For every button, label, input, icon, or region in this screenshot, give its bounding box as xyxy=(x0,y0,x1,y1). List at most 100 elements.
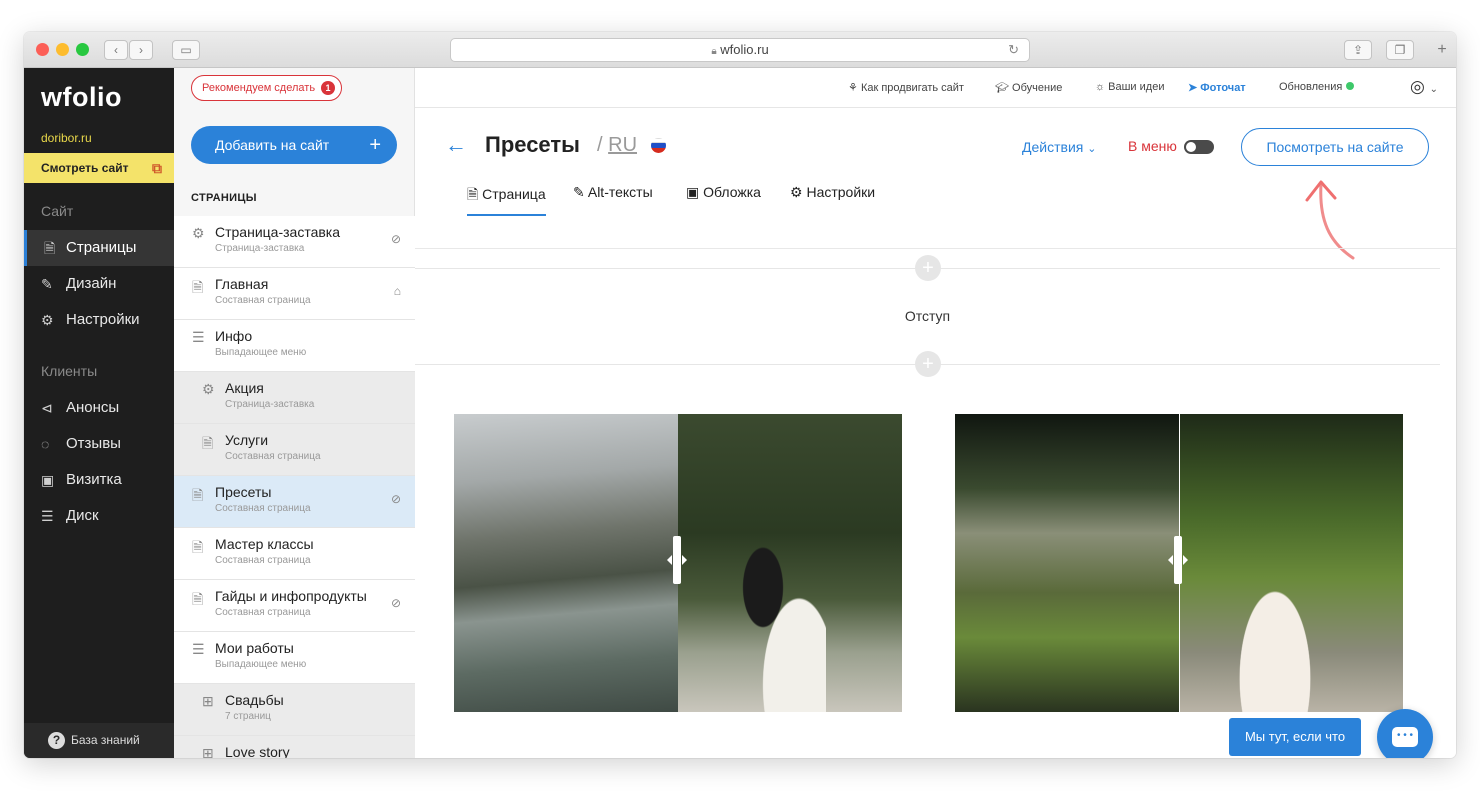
language-code: RU xyxy=(608,134,638,156)
brush-icon: ✎ xyxy=(41,276,53,292)
tab-cover[interactable]: ▣ Обложка xyxy=(686,184,761,216)
sidebar-item-label: Страницы xyxy=(66,239,137,256)
in-menu-toggle[interactable] xyxy=(1184,140,1214,154)
recommend-button[interactable]: Рекомендуем сделать 1 xyxy=(191,75,343,101)
tab-settings[interactable]: ⚙︎ Настройки xyxy=(790,184,875,216)
sidebar-item-business-card[interactable]: ▣ Визитка xyxy=(24,462,174,498)
tab-label: Настройки xyxy=(806,184,876,200)
chevron-down-icon: ⌄ xyxy=(1087,143,1097,155)
image-icon: ▣ xyxy=(686,184,700,200)
add-block-button[interactable]: + xyxy=(915,255,941,281)
hidden-eye-icon[interactable]: ⊘ xyxy=(391,596,401,610)
support-chat-bubble[interactable]: Мы тут, если что xyxy=(1229,718,1361,756)
lock-icon: 🔒︎ xyxy=(711,46,717,57)
actions-dropdown[interactable]: Действия ⌄ xyxy=(1022,139,1096,155)
sidebar-item-disk[interactable]: ☰ Диск xyxy=(24,498,174,534)
preset-after-image[interactable] xyxy=(678,414,902,712)
page-item[interactable]: 🗎︎ Главная Составная страница ⌂ xyxy=(174,268,415,320)
sidebar-toggle-icon[interactable]: ▭ xyxy=(172,40,200,60)
sidebar-item-label: Анонсы xyxy=(66,399,120,416)
page-item-title: Услуги xyxy=(225,432,269,448)
sidebar-item-settings[interactable]: ⚙︎ Настройки xyxy=(24,302,174,338)
minimize-window-button[interactable] xyxy=(56,43,69,56)
page-item[interactable]: 🗎︎ Гайды и инфопродукты Составная страни… xyxy=(174,580,415,632)
graduation-cap-icon: 🎓︎ xyxy=(995,82,1009,94)
tab-alt-texts[interactable]: ✎ Alt-тексты xyxy=(573,184,653,216)
page-item[interactable]: 🗎︎ Мастер классы Составная страница xyxy=(174,528,415,580)
page-item-title: Пресеты xyxy=(215,484,272,500)
plus-icon: + xyxy=(369,134,381,156)
page-item-title: Инфо xyxy=(215,328,253,344)
page-item-title: Love story xyxy=(225,744,290,758)
zoom-window-button[interactable] xyxy=(76,43,89,56)
tabs-overview-icon[interactable]: ❐ xyxy=(1386,40,1414,60)
view-site-label: Смотреть сайт xyxy=(41,161,129,175)
support-chat-button[interactable] xyxy=(1377,709,1433,758)
ideas-link[interactable]: ☼ Ваши идеи xyxy=(1095,81,1164,93)
page-item[interactable]: ⊞ Свадьбы 7 страниц xyxy=(174,684,415,736)
menu-icon: ☰ xyxy=(192,329,205,345)
gear-icon: ⚙︎ xyxy=(41,312,54,328)
learning-label: Обучение xyxy=(1012,82,1063,94)
new-tab-icon[interactable]: + xyxy=(1430,40,1454,60)
address-bar[interactable]: 🔒︎ wfolio.ru ↻ xyxy=(450,38,1030,62)
pages-heading: СТРАНИЦЫ xyxy=(191,192,257,204)
ideas-label: Ваши идеи xyxy=(1108,81,1165,93)
preset-before-image[interactable] xyxy=(955,414,1179,712)
chat-icon: ◌ xyxy=(41,436,50,452)
page-item-subtitle: Составная страница xyxy=(215,295,311,306)
tab-page[interactable]: 🗎︎ Страница xyxy=(467,184,546,216)
sidebar-item-design[interactable]: ✎ Дизайн xyxy=(24,266,174,302)
knowledge-base-link[interactable]: ? База знаний xyxy=(24,723,174,758)
page-item-selected[interactable]: 🗎︎ Пресеты Составная страница ⊘ xyxy=(174,476,415,528)
learning-link[interactable]: 🎓︎ Обучение xyxy=(995,81,1062,94)
close-window-button[interactable] xyxy=(36,43,49,56)
page-item[interactable]: ⊞ Love story xyxy=(174,736,415,758)
sidebar-item-pages[interactable]: 🗎︎ Страницы xyxy=(24,230,174,266)
browser-back-button[interactable]: ‹ xyxy=(104,40,128,60)
sprout-icon: ⚘ xyxy=(848,82,858,94)
home-icon: ⌂ xyxy=(393,284,401,298)
sidebar-item-reviews[interactable]: ◌ Отзывы xyxy=(24,426,174,462)
sidebar-item-announcements[interactable]: ⊲ Анонсы xyxy=(24,390,174,426)
user-account-icon[interactable]: ◎ ⌄ xyxy=(1410,77,1438,97)
updates-link[interactable]: Обновления xyxy=(1279,81,1355,93)
photochat-link[interactable]: ➤ Фоточат xyxy=(1188,81,1246,94)
compare-slider-handle[interactable] xyxy=(1168,536,1188,584)
page-item-subtitle: Выпадающее меню xyxy=(215,347,307,358)
lightbulb-icon: ☼ xyxy=(1095,81,1106,93)
browser-forward-button[interactable]: › xyxy=(129,40,153,60)
wfolio-logo[interactable]: wfolio xyxy=(41,82,122,113)
add-block-button[interactable]: + xyxy=(915,351,941,377)
page-item[interactable]: ⚙︎ Страница-заставка Страница-заставка ⊘ xyxy=(174,216,415,268)
main-sidebar: wfolio doribor.ru Смотреть сайт ⧉ Сайт 🗎… xyxy=(24,68,174,758)
reload-icon[interactable]: ↻ xyxy=(1008,39,1019,61)
document-icon: 🗎︎ xyxy=(192,279,204,295)
page-item[interactable]: ☰ Инфо Выпадающее меню xyxy=(174,320,415,372)
preset-after-image[interactable] xyxy=(1180,414,1403,712)
document-icon: 🗎︎ xyxy=(202,435,214,451)
add-to-site-button[interactable]: Добавить на сайт + xyxy=(191,126,397,164)
hidden-eye-icon[interactable]: ⊘ xyxy=(391,232,401,246)
back-arrow-icon[interactable]: ← xyxy=(445,132,467,158)
page-item[interactable]: ⚙︎ Акция Страница-заставка xyxy=(174,372,415,424)
share-icon[interactable]: ⇪ xyxy=(1344,40,1372,60)
view-site-button[interactable]: Смотреть сайт ⧉ xyxy=(24,153,174,183)
page-item[interactable]: 🗎︎ Услуги Составная страница xyxy=(174,424,415,476)
page-item-title: Мои работы xyxy=(215,640,294,656)
site-domain[interactable]: doribor.ru xyxy=(41,131,92,145)
page-item-title: Главная xyxy=(215,276,269,292)
page-item-title: Свадьбы xyxy=(225,692,284,708)
compare-slider-handle[interactable] xyxy=(667,536,687,584)
sidebar-section-site: Сайт xyxy=(41,203,74,219)
promote-link[interactable]: ⚘ Как продвигать сайт xyxy=(848,81,964,94)
language-switch[interactable]: / RU xyxy=(597,134,637,157)
russia-flag-icon xyxy=(651,138,666,153)
page-item-subtitle: Выпадающее меню xyxy=(215,659,307,670)
hidden-eye-icon[interactable]: ⊘ xyxy=(391,492,401,506)
preset-before-image[interactable] xyxy=(454,414,678,712)
recommend-label: Рекомендуем сделать xyxy=(202,82,316,94)
view-on-site-button[interactable]: Посмотреть на сайте xyxy=(1241,128,1429,166)
page-item[interactable]: ☰ Мои работы Выпадающее меню xyxy=(174,632,415,684)
document-icon: 🗎︎ xyxy=(192,539,204,555)
